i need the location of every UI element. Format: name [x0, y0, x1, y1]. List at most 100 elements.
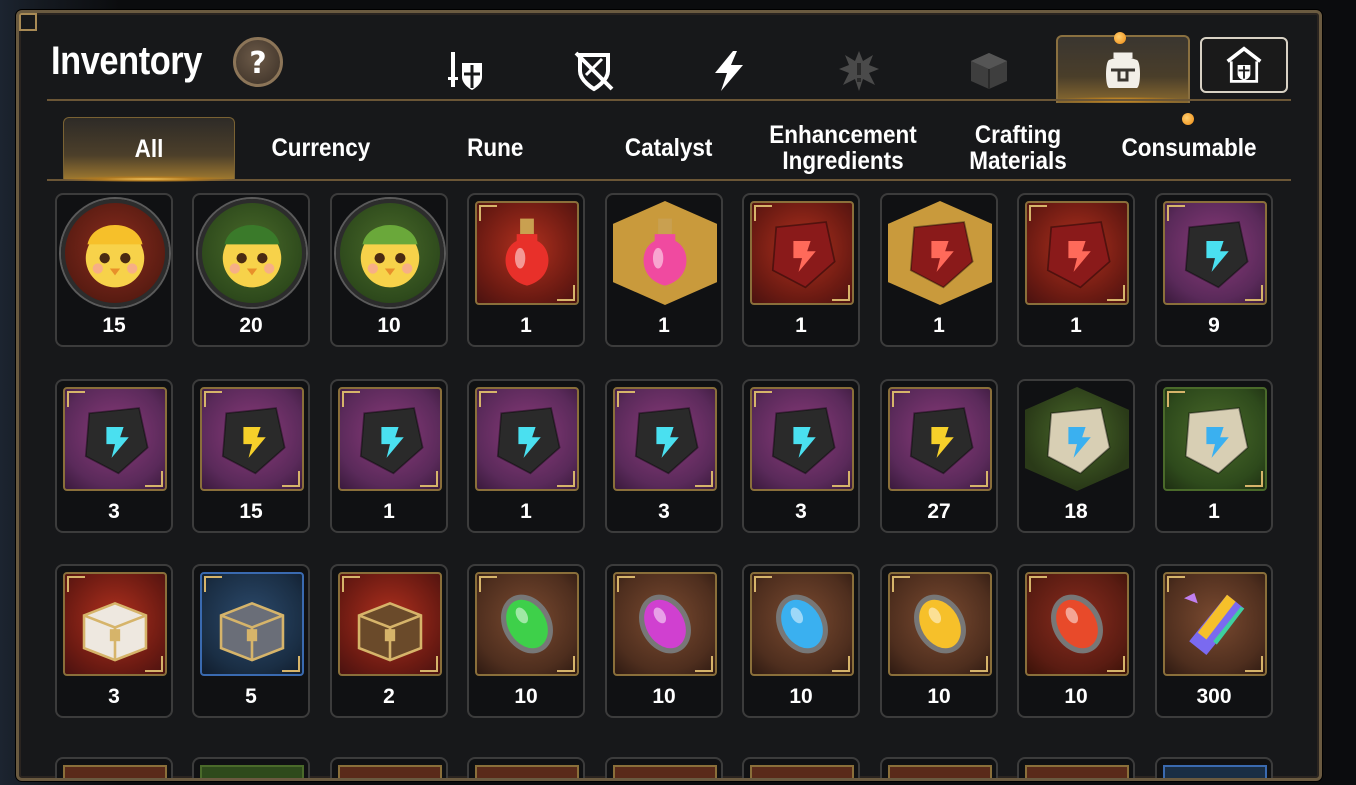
tab-currency[interactable]: Currency	[239, 117, 403, 179]
guild-house-icon	[1226, 46, 1262, 83]
item-slot[interactable]: 2	[330, 564, 448, 718]
frame-corner	[892, 576, 910, 592]
tab-inventory-active[interactable]	[1056, 35, 1190, 103]
item-slot-partial[interactable]	[192, 757, 310, 778]
help-button[interactable]: ?	[233, 37, 283, 87]
header-divider	[47, 99, 1291, 101]
item-count: 1	[1208, 500, 1220, 523]
item-slot[interactable]: 18	[1017, 379, 1135, 533]
green-cap-chick-portrait-icon	[198, 199, 306, 307]
item-slot[interactable]: 27	[880, 379, 998, 533]
frame-corner	[145, 656, 163, 672]
guild-house-button[interactable]	[1200, 37, 1288, 93]
item-slot[interactable]: 10	[880, 564, 998, 718]
tab-catalyst[interactable]: Catalyst	[587, 117, 751, 179]
no-shield-icon[interactable]	[564, 41, 624, 101]
frame-corner	[479, 576, 497, 592]
item-count: 9	[1208, 314, 1220, 337]
tab-all[interactable]: All	[63, 117, 235, 180]
item-slot[interactable]: 10	[330, 193, 448, 347]
dice-icon[interactable]	[959, 41, 1019, 101]
item-count: 2	[383, 685, 395, 708]
frame-corner	[1167, 205, 1185, 221]
item-slot[interactable]: 3	[55, 564, 173, 718]
blue-rune-ring-icon	[338, 387, 442, 491]
frame-corner	[1245, 285, 1263, 301]
item-slot[interactable]: 1	[1017, 193, 1135, 347]
item-slot[interactable]: 9	[1155, 193, 1273, 347]
item-count: 27	[927, 500, 951, 523]
red-rune-star-icon	[888, 201, 992, 305]
frame-corner	[832, 285, 850, 301]
item-count: 10	[514, 685, 538, 708]
frame-corner	[617, 576, 635, 592]
item-slot-partial[interactable]	[467, 757, 585, 778]
item-slot-partial[interactable]	[742, 757, 860, 778]
frame-corner	[832, 656, 850, 672]
item-slot[interactable]: 10	[467, 564, 585, 718]
frame-corner	[342, 576, 360, 592]
item-slot[interactable]: 10	[605, 564, 723, 718]
frame-corner	[970, 656, 988, 672]
item-count: 10	[377, 314, 401, 337]
sword-shield-icon[interactable]	[434, 41, 494, 101]
yellow-rune-exclaim-icon	[200, 387, 304, 491]
frame-corner	[1245, 471, 1263, 487]
lightning-icon[interactable]	[699, 41, 759, 101]
frame-corner	[557, 285, 575, 301]
item-count: 1	[383, 500, 395, 523]
item-slot[interactable]: 3	[742, 379, 860, 533]
tab-crafting-materials[interactable]: Crafting Materials	[943, 117, 1093, 179]
frame-corner	[282, 471, 300, 487]
frame-corner	[1167, 391, 1185, 407]
item-count: 3	[108, 500, 120, 523]
tab-enhancement-ingredients[interactable]: Enhancement Ingredients	[751, 117, 935, 179]
item-count: 1	[658, 314, 670, 337]
splash-icon[interactable]	[829, 41, 889, 101]
blue-rune-boot-icon	[750, 387, 854, 491]
item-slot[interactable]: 15	[55, 193, 173, 347]
notification-dot	[1114, 32, 1126, 44]
item-slot[interactable]: 20	[192, 193, 310, 347]
leaf-chick-portrait-icon	[336, 199, 444, 307]
frame-corner	[832, 471, 850, 487]
tab-consumable[interactable]: Consumable	[1103, 117, 1275, 179]
item-slot-partial[interactable]	[55, 757, 173, 778]
item-slot[interactable]: 3	[605, 379, 723, 533]
frame-corner	[557, 656, 575, 672]
silver-chest-icon	[200, 572, 304, 676]
item-count: 1	[933, 314, 945, 337]
item-slot[interactable]: 1	[467, 193, 585, 347]
frame-corner	[557, 471, 575, 487]
frame-corner	[342, 391, 360, 407]
item-slot-partial[interactable]	[880, 757, 998, 778]
item-slot[interactable]: 1	[1155, 379, 1273, 533]
red-rune-ring-icon	[1025, 201, 1129, 305]
tab-rune[interactable]: Rune	[413, 117, 577, 179]
item-slot[interactable]: 1	[742, 193, 860, 347]
item-slot[interactable]: 1	[467, 379, 585, 533]
item-slot[interactable]: 3	[55, 379, 173, 533]
item-slot-partial[interactable]	[1017, 757, 1135, 778]
item-slot[interactable]: 10	[1017, 564, 1135, 718]
item-slot[interactable]: 1	[330, 379, 448, 533]
frame-corner	[754, 576, 772, 592]
item-slot-partial[interactable]	[330, 757, 448, 778]
green-gem-icon	[475, 572, 579, 676]
item-slot[interactable]: 1	[880, 193, 998, 347]
item-slot[interactable]: 15	[192, 379, 310, 533]
frame-corner	[282, 656, 300, 672]
stone-rune-star-icon	[1025, 387, 1129, 491]
item-slot-partial[interactable]	[1155, 757, 1273, 778]
item-count: 300	[1196, 685, 1232, 708]
backpack-icon	[1106, 52, 1140, 88]
item-slot[interactable]: 300	[1155, 564, 1273, 718]
frame-corner	[479, 391, 497, 407]
frame-corner	[204, 576, 222, 592]
item-slot[interactable]: 1	[605, 193, 723, 347]
item-slot[interactable]: 10	[742, 564, 860, 718]
frame-corner	[1029, 576, 1047, 592]
frame-corner	[1029, 205, 1047, 221]
item-slot-partial[interactable]	[605, 757, 723, 778]
item-slot[interactable]: 5	[192, 564, 310, 718]
